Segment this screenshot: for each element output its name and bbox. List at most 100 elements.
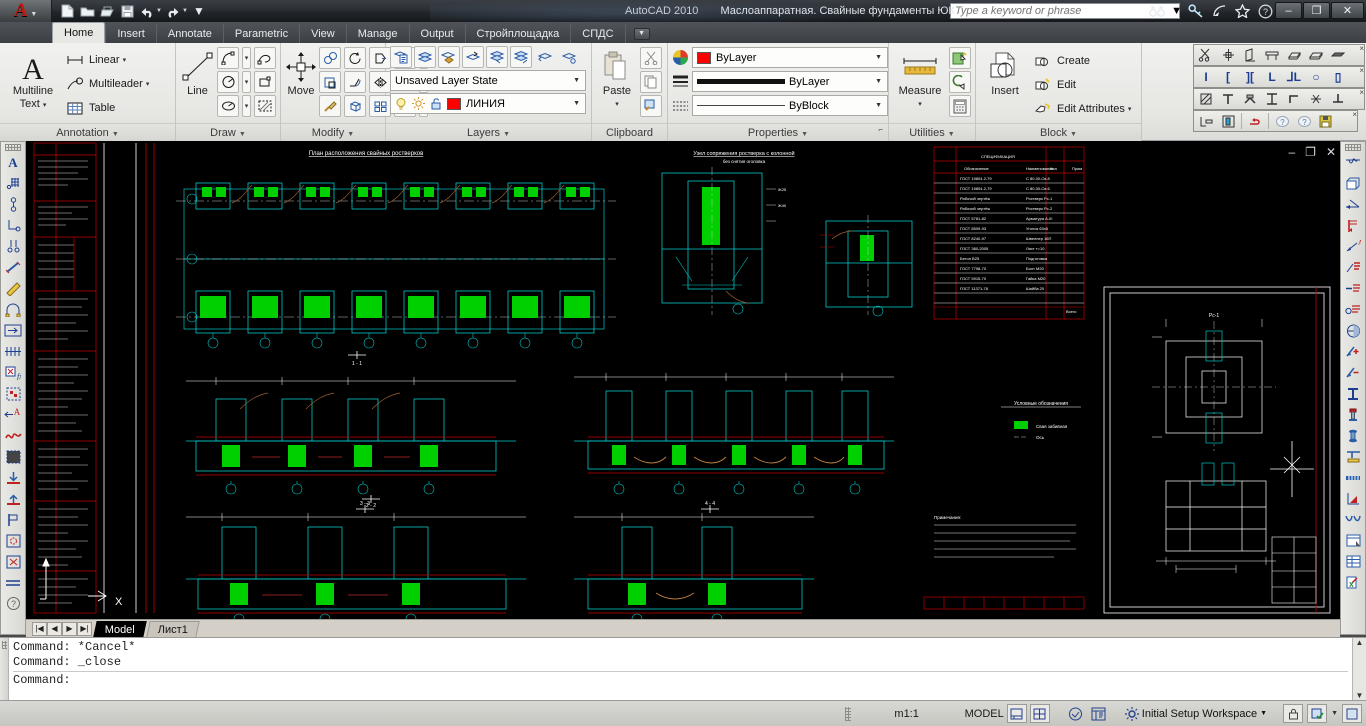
round-profile-icon[interactable]: ○ <box>1305 67 1327 87</box>
workspace-dropdown-icon[interactable]: ▼ <box>1260 710 1267 717</box>
hatch-tool-icon[interactable] <box>2 173 24 194</box>
weld-joint-icon[interactable] <box>1239 89 1261 109</box>
circle-dropdown-icon[interactable]: ▾ <box>242 71 251 93</box>
qat-open-file-icon[interactable] <box>78 2 96 20</box>
close-toolbar-row3-icon[interactable]: × <box>1359 88 1364 97</box>
break-line-tool-icon[interactable] <box>2 236 24 257</box>
panel-annotation-title[interactable]: Annotation ▼ <box>0 123 175 141</box>
command-line-area[interactable]: Command: *Cancel* Command: _close Comman… <box>0 637 1366 700</box>
qat-plot-icon[interactable] <box>98 2 116 20</box>
door-tool-icon[interactable] <box>1217 111 1239 131</box>
qat-customize-dropdown-icon[interactable]: ▼ <box>190 2 208 20</box>
rect-profile-icon[interactable]: ▯ <box>1327 67 1349 87</box>
command-scroll-up-icon[interactable]: ▲ <box>1356 638 1364 647</box>
qat-save-icon[interactable] <box>118 2 136 20</box>
remove-element-tool-icon[interactable] <box>1342 362 1364 383</box>
arc-dropdown-icon[interactable]: ▾ <box>242 47 251 69</box>
line-button[interactable]: Line <box>180 47 215 98</box>
command-history[interactable]: Command: *Cancel* Command: _close Comman… <box>9 638 1352 700</box>
wave-line-tool-icon[interactable] <box>2 425 24 446</box>
linear-dimension-button[interactable]: Linear ▾ <box>64 49 149 71</box>
rotate-tool-button[interactable] <box>344 47 366 69</box>
layer-isolate-button[interactable] <box>462 46 484 68</box>
layer-match-button[interactable] <box>558 46 580 68</box>
tab-insert[interactable]: Insert <box>105 24 156 43</box>
help1-icon[interactable]: ? <box>1271 111 1293 131</box>
scale-ruler-tool-icon[interactable] <box>1342 467 1364 488</box>
chain-leader-tool-icon[interactable] <box>1342 278 1364 299</box>
panel-modify-title[interactable]: Modify ▼ <box>281 123 385 141</box>
status-dropdown-icon[interactable]: ▼ <box>1331 710 1338 717</box>
arc-tool-button[interactable] <box>217 47 239 69</box>
panel-draw-title[interactable]: Draw ▼ <box>176 123 280 141</box>
flag-mark-tool-icon[interactable] <box>2 509 24 530</box>
next-layout-button[interactable]: ▶ <box>62 621 77 636</box>
first-layout-button[interactable]: |◀ <box>32 621 47 636</box>
toolbar-lock-icon[interactable] <box>1283 704 1304 723</box>
section-hatch-icon[interactable] <box>1195 89 1217 109</box>
panel-properties-title[interactable]: Properties ▼ ⌐ <box>668 123 888 141</box>
multiline-text-tool-icon[interactable]: A <box>2 152 24 173</box>
close-toolbar-row4-icon[interactable]: × <box>1352 110 1357 119</box>
tab-annotate[interactable]: Annotate <box>155 24 223 43</box>
anchor-tool-icon[interactable] <box>1342 425 1364 446</box>
tab-parametric[interactable]: Parametric <box>222 24 299 43</box>
formula-tool-icon[interactable]: fx <box>2 362 24 383</box>
channel-profile-icon[interactable]: [ <box>1217 67 1239 87</box>
ruler-tool-icon[interactable] <box>2 278 24 299</box>
layer-thaw-sun-icon[interactable] <box>412 97 425 110</box>
tab-stroyploshchadka[interactable]: Стройплощадка <box>464 24 571 43</box>
copy-tool-button[interactable] <box>319 47 341 69</box>
help2-icon[interactable]: ? <box>1293 111 1315 131</box>
cross-joint-icon[interactable] <box>1261 89 1283 109</box>
hatch-tool-button[interactable] <box>254 95 276 117</box>
match-properties-clipboard-button[interactable] <box>640 95 662 117</box>
ellipse-tool-button[interactable] <box>217 95 239 117</box>
splice-joint-icon[interactable] <box>1305 89 1327 109</box>
export-excel-tool-icon[interactable]: X <box>1342 572 1364 593</box>
text-leader-tool-icon[interactable]: A <box>1342 236 1364 257</box>
paste-button[interactable]: Paste ▾ <box>596 47 638 111</box>
center-mark-icon[interactable] <box>1217 45 1239 65</box>
i-beam-tool-icon[interactable] <box>1342 383 1364 404</box>
wall-icon[interactable] <box>1239 45 1261 65</box>
maximize-viewport-button[interactable] <box>1006 704 1027 723</box>
insert-down-tool-icon[interactable] <box>2 467 24 488</box>
edit-block-button[interactable]: Edit <box>1032 74 1131 96</box>
edit-attributes-dropdown-icon[interactable]: ▾ <box>1128 105 1132 113</box>
command-prompt[interactable]: Command: <box>13 673 1348 688</box>
tab-view[interactable]: View <box>299 24 346 43</box>
weld-seam-tool-icon[interactable] <box>1342 152 1364 173</box>
linetype-icon[interactable] <box>672 98 689 113</box>
object-color-combo[interactable]: ByLayer ▼ <box>692 47 888 68</box>
qat-undo-dropdown-icon[interactable]: ▼ <box>156 8 162 14</box>
help-tool-icon[interactable]: ? <box>2 593 24 614</box>
solid-box-tool-icon[interactable] <box>1342 173 1364 194</box>
quick-select-button[interactable] <box>949 47 971 69</box>
panel-layers-title[interactable]: Layers ▼ <box>386 123 591 141</box>
layer-dropdown-icon[interactable]: ▼ <box>573 100 583 107</box>
qat-undo-icon[interactable] <box>138 2 156 20</box>
application-menu-button[interactable]: A ▼ <box>0 0 52 22</box>
layer-combo[interactable]: ЛИНИЯ ▼ <box>390 93 586 114</box>
panel-block-title[interactable]: Block ▼ <box>976 123 1141 141</box>
close-toolbar-row2-icon[interactable]: × <box>1359 66 1364 75</box>
angle-leader-tool-icon[interactable] <box>1342 194 1364 215</box>
cut-button[interactable] <box>640 47 662 69</box>
layer-off-button[interactable] <box>438 46 460 68</box>
tab-spds[interactable]: СПДС <box>570 24 624 43</box>
create-block-button[interactable]: Create <box>1032 50 1131 72</box>
layer-previous-button[interactable] <box>534 46 556 68</box>
add-element-tool-icon[interactable] <box>1342 341 1364 362</box>
double-channel-icon[interactable]: ][ <box>1239 67 1261 87</box>
insert-up-tool-icon[interactable] <box>2 488 24 509</box>
layer-thaw-button[interactable] <box>510 46 532 68</box>
layer-color-swatch[interactable] <box>447 97 461 110</box>
tab-home[interactable]: Home <box>52 22 106 43</box>
annotation-visibility-button[interactable] <box>1066 704 1086 723</box>
i-profile-icon[interactable]: I <box>1195 67 1217 87</box>
panel-icon[interactable] <box>1327 45 1349 65</box>
command-line-grip[interactable] <box>0 638 9 700</box>
node-mark-tool-icon[interactable] <box>2 530 24 551</box>
linetype-combo[interactable]: ByBlock ▼ <box>692 95 888 116</box>
